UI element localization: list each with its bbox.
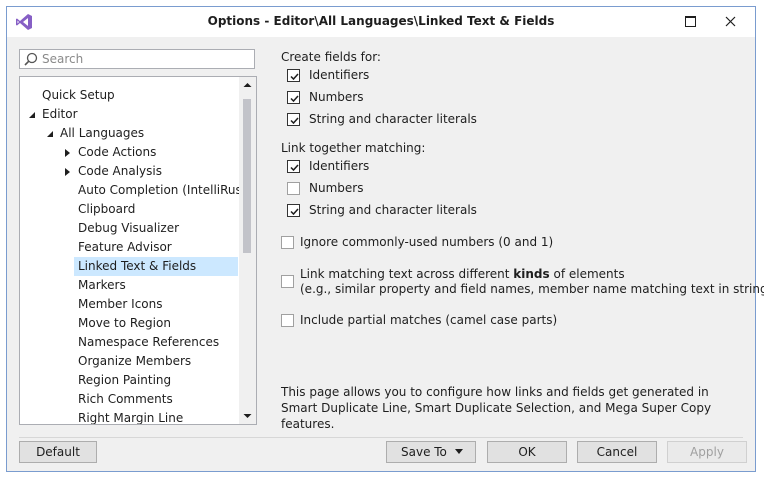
checkbox-label: Numbers <box>309 90 364 104</box>
title-bar: Options - Editor\All Languages\Linked Te… <box>7 7 755 37</box>
tree-item-label: Editor <box>42 107 78 121</box>
scroll-up-button[interactable] <box>239 77 256 94</box>
dropdown-arrow-icon <box>455 449 463 454</box>
footer-separator <box>19 437 743 438</box>
tree-item-right-margin-line[interactable]: Right Margin Line <box>78 409 184 425</box>
checkbox-box[interactable] <box>281 275 294 288</box>
tree-item-label: Move to Region <box>78 316 171 330</box>
tree-item-label: Region Painting <box>78 373 172 387</box>
collapsed-arrow-icon[interactable] <box>65 168 70 176</box>
checkbox-box[interactable] <box>281 314 294 327</box>
checkbox-box[interactable] <box>287 69 300 82</box>
save-to-button[interactable]: Save To <box>386 441 476 463</box>
checkbox-label: Include partial matches (camel case part… <box>300 313 558 327</box>
close-button[interactable] <box>711 7 751 37</box>
window-title: Options - Editor\All Languages\Linked Te… <box>207 14 555 28</box>
tree-item-label: Member Icons <box>78 297 163 311</box>
checkbox-box[interactable] <box>287 182 300 195</box>
link-together-label: Link together matching: <box>281 141 426 155</box>
checkmark-icon <box>290 164 299 172</box>
collapsed-arrow-icon[interactable] <box>65 149 70 157</box>
scroll-down-arrow-icon <box>243 414 252 418</box>
tree-item-label: Code Analysis <box>78 164 162 178</box>
label-bold-text: kinds <box>513 267 550 281</box>
apply-button[interactable]: Apply <box>667 441 747 463</box>
scroll-down-button[interactable] <box>239 407 256 424</box>
tree-item-label: Auto Completion (IntelliRush) <box>78 183 255 197</box>
tree-item-debug-visualizer[interactable]: Debug Visualizer <box>78 219 179 238</box>
ok-button[interactable]: OK <box>487 441 567 463</box>
search-box[interactable] <box>19 49 255 69</box>
checkbox-label: Ignore commonly-used numbers (0 and 1) <box>300 235 554 249</box>
checkbox-label: Link matching text across different kind… <box>300 267 625 281</box>
checkbox-label: Identifiers <box>309 159 370 173</box>
tree-item-move-to-region[interactable]: Move to Region <box>78 314 171 333</box>
tree-item-auto-completion[interactable]: Auto Completion (IntelliRush) <box>78 181 254 200</box>
checkbox-box[interactable] <box>287 91 300 104</box>
tree-item-code-analysis[interactable]: Code Analysis <box>78 162 162 181</box>
tree-item-label: Feature Advisor <box>78 240 172 254</box>
checkbox-box[interactable] <box>287 113 300 126</box>
tree-item-namespace-references[interactable]: Namespace References <box>78 333 219 352</box>
scroll-up-arrow-icon <box>243 83 252 87</box>
checkbox-box[interactable] <box>281 236 294 249</box>
tree-item-label: Clipboard <box>78 202 136 216</box>
tree-item-organize-members[interactable]: Organize Members <box>78 352 191 371</box>
tree-item-label: Namespace References <box>78 335 220 349</box>
create-fields-label: Create fields for: <box>281 50 381 64</box>
maximize-icon <box>685 16 696 27</box>
tree-item-member-icons[interactable]: Member Icons <box>78 295 163 314</box>
checkmark-icon <box>290 117 299 125</box>
search-input[interactable] <box>42 51 242 67</box>
cancel-button[interactable]: Cancel <box>577 441 657 463</box>
tree-item-rich-comments[interactable]: Rich Comments <box>78 390 173 409</box>
tree-item-label: Code Actions <box>78 145 157 159</box>
checkbox-box[interactable] <box>287 160 300 173</box>
tree-item-markers[interactable]: Markers <box>78 276 126 295</box>
tree-item-region-painting[interactable]: Region Painting <box>78 371 171 390</box>
label-text: of elements <box>549 267 625 281</box>
tree-item-label: Rich Comments <box>78 392 173 406</box>
checkbox-label: String and character literals <box>309 112 477 126</box>
tree-item-label: Markers <box>78 278 126 292</box>
tree-item-editor[interactable]: Editor <box>42 105 78 124</box>
tree-item-quick-setup[interactable]: Quick Setup <box>42 86 115 105</box>
checkbox-label: Identifiers <box>309 68 370 82</box>
tree-item-label: Linked Text & Fields <box>78 259 197 273</box>
help-text: This page allows you to configure how li… <box>281 385 712 431</box>
maximize-button[interactable] <box>671 7 711 37</box>
label-text: Link matching text across different <box>300 267 514 281</box>
checkmark-icon <box>290 95 299 103</box>
tree-item-label: All Languages <box>60 126 145 140</box>
tree-item-label: Debug Visualizer <box>78 221 180 235</box>
expanded-arrow-icon[interactable] <box>47 131 53 137</box>
tree-item-label: Quick Setup <box>42 88 115 102</box>
search-icon <box>24 52 38 66</box>
default-button[interactable]: Default <box>19 441 97 463</box>
tree-item-clipboard[interactable]: Clipboard <box>78 200 135 219</box>
tree-item-label: Organize Members <box>78 354 192 368</box>
options-dialog: Options - Editor\All Languages\Linked Te… <box>6 6 764 472</box>
expanded-arrow-icon[interactable] <box>29 112 35 118</box>
checkmark-icon <box>290 208 299 216</box>
checkbox-box[interactable] <box>287 204 300 217</box>
tree-scrollbar[interactable] <box>239 77 256 424</box>
checkmark-icon <box>290 73 299 81</box>
close-icon <box>725 16 736 27</box>
save-to-label: Save To <box>401 445 447 459</box>
checkbox-label: String and character literals <box>309 203 477 217</box>
tree-item-code-actions[interactable]: Code Actions <box>78 143 156 162</box>
tree-item-label: Right Margin Line <box>78 411 184 425</box>
checkbox-sublabel: (e.g., similar property and field names,… <box>300 282 764 296</box>
options-tree[interactable]: Quick Setup Editor All Languages Code Ac… <box>19 76 257 425</box>
scroll-thumb[interactable] <box>243 99 251 253</box>
checkbox-label: Numbers <box>309 181 364 195</box>
tree-item-linked-text-fields[interactable]: Linked Text & Fields <box>74 257 238 276</box>
tree-item-feature-advisor[interactable]: Feature Advisor <box>78 238 172 257</box>
tree-item-all-languages[interactable]: All Languages <box>60 124 144 143</box>
